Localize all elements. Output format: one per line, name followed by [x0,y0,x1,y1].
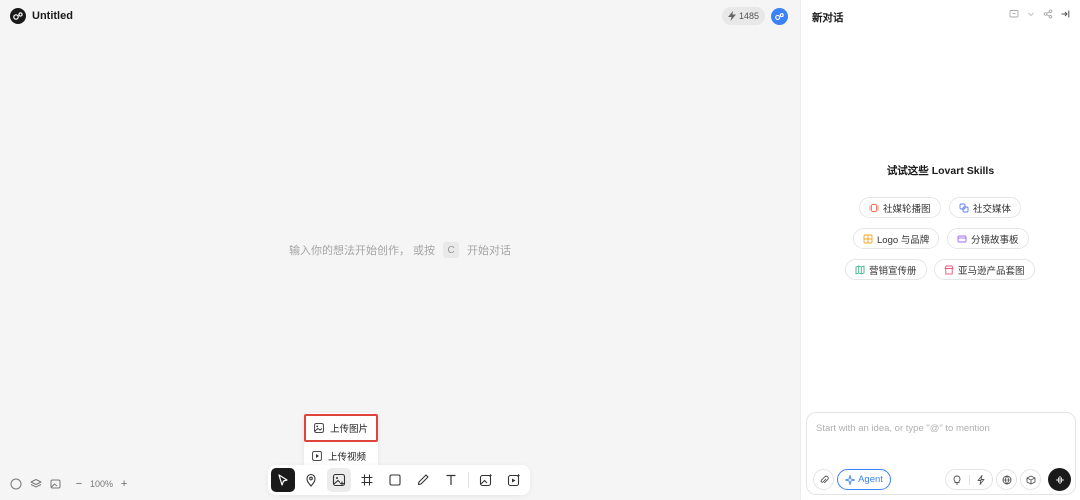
upload-video-label: 上传视频 [328,452,367,463]
skill-chip-amazon-product[interactable]: 亚马逊产品套图 [934,259,1035,280]
skill-label: Logo 与品牌 [877,234,930,246]
skill-label: 营销宣传册 [869,265,917,277]
toolbar-divider [468,472,469,488]
globe-icon [1002,475,1011,485]
zoom-out-button[interactable]: − [74,478,84,490]
select-tool[interactable] [271,468,295,492]
carousel-icon [869,203,879,212]
credits-count: 1485 [738,11,759,21]
waveform-icon [1056,475,1063,484]
shortcut-key: C [443,242,460,258]
pencil-icon [417,474,429,486]
upload-menu: 上传图片 上传视频 [304,413,378,471]
skill-label: 亚马逊产品套图 [958,265,1025,277]
mode-toggle-group [945,469,993,490]
pen-tool[interactable] [411,468,435,492]
video-upload-icon [312,451,322,461]
map-pin-icon [306,473,316,487]
skill-chip-carousel[interactable]: 社媒轮播图 [859,197,941,218]
video-sparkle-icon [507,473,521,487]
circle-toggle-icon[interactable] [10,478,22,490]
storyboard-icon [957,235,967,242]
image-plus-icon [332,473,346,487]
video-generator-tool[interactable] [502,468,526,492]
hint-text-end: 开始对话 [467,245,512,257]
chevron-down-icon[interactable] [1026,9,1036,19]
brochure-icon [855,265,865,274]
bottom-toolbar [268,465,530,495]
rectangle-tool[interactable] [383,468,407,492]
skill-label: 社媒轮播图 [883,203,931,215]
skill-label: 社交媒体 [973,203,1012,215]
account-bar: 1485 [721,7,788,25]
panel-actions [1009,9,1070,19]
avatar[interactable] [771,7,788,25]
image-upload-icon [314,423,324,433]
logo-brand-icon [863,234,873,243]
text-icon [446,474,456,485]
share-icon[interactable] [1043,9,1053,19]
cursor-icon [278,474,288,486]
credits-badge[interactable]: 1485 [721,7,765,25]
panel-title: 新对话 [812,12,844,24]
hint-text-start: 输入你的想法开始创作， 或按 [289,245,436,257]
collapse-panel-icon[interactable] [1060,9,1070,19]
agent-label: Agent [858,474,883,485]
skill-chip-brochure[interactable]: 营销宣传册 [845,259,927,280]
skill-chip-logo-brand[interactable]: Logo 与品牌 [853,228,940,249]
upload-image-item[interactable]: 上传图片 [304,414,378,442]
voice-input-button[interactable] [1048,468,1071,491]
skill-label: 分镜故事板 [971,234,1019,246]
zoom-level[interactable]: 100% [90,479,113,489]
image-generator-tool[interactable] [474,468,498,492]
image-sparkle-icon [479,473,493,487]
lightning-icon [727,11,736,21]
image-tool[interactable] [327,468,351,492]
zoom-in-button[interactable]: + [119,478,129,490]
text-tool[interactable] [439,468,463,492]
social-media-icon [959,203,969,212]
chat-composer: Agent [806,412,1076,495]
canvas-empty-hint: 输入你的想法开始创作， 或按 C 开始对话 [289,242,511,258]
lightbulb-icon [953,475,961,484]
store-icon [944,265,954,274]
frame-tool[interactable] [355,468,379,492]
3d-model-button[interactable] [1020,469,1041,490]
idea-mode-button[interactable] [946,475,969,485]
marker-tool[interactable] [299,468,323,492]
project-title[interactable]: Untitled [32,10,73,22]
agent-mode-button[interactable]: Agent [837,469,891,490]
skills-title: 试试这些 Lovart Skills [886,165,995,177]
web-search-button[interactable] [996,469,1017,490]
cube-icon [1026,475,1035,484]
fast-mode-button[interactable] [968,474,993,485]
hash-frame-icon [361,474,373,486]
lightning-icon [977,474,985,485]
chat-history-icon[interactable] [1009,9,1019,19]
layers-icon[interactable] [30,478,42,490]
attach-button[interactable] [813,469,834,490]
canvas-controls: − 100% + [10,478,129,490]
lovart-logo-icon[interactable] [10,8,26,24]
chat-input[interactable] [816,423,1056,434]
zoom-control: − 100% + [74,478,129,490]
skill-chip-storyboard[interactable]: 分镜故事板 [947,228,1029,249]
upload-image-label: 上传图片 [330,424,369,435]
skill-chip-social-media[interactable]: 社交媒体 [949,197,1022,218]
image-gallery-icon[interactable] [50,478,62,490]
square-icon [389,474,401,486]
canvas[interactable]: Untitled 1485 输入你的想法开始创作， 或按 C 开始对话 上传图片… [0,0,800,500]
paperclip-icon [820,475,829,483]
sparkle-icon [845,474,856,485]
project-header: Untitled [10,8,73,24]
